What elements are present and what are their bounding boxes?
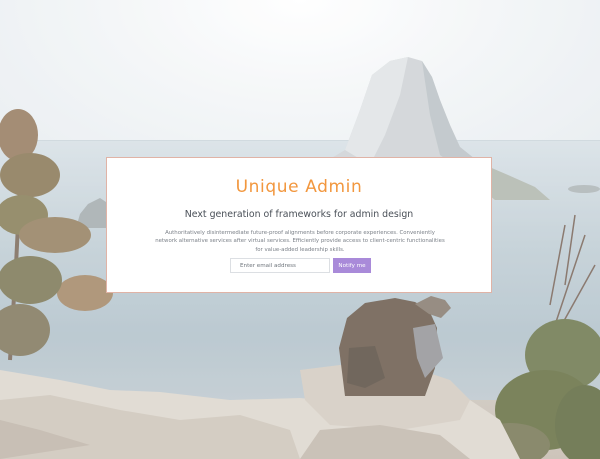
email-input[interactable] xyxy=(230,258,330,273)
page-description: Authoritatively disintermediate future-p… xyxy=(155,230,445,253)
page-title: Unique Admin xyxy=(235,177,363,197)
coming-soon-card: Unique Admin Next generation of framewor… xyxy=(106,157,492,293)
hero-background: Unique Admin Next generation of framewor… xyxy=(0,0,600,459)
notify-button[interactable]: Notify me xyxy=(333,258,371,273)
page-subtitle: Next generation of frameworks for admin … xyxy=(184,209,414,220)
notify-form: Notify me xyxy=(230,258,372,273)
